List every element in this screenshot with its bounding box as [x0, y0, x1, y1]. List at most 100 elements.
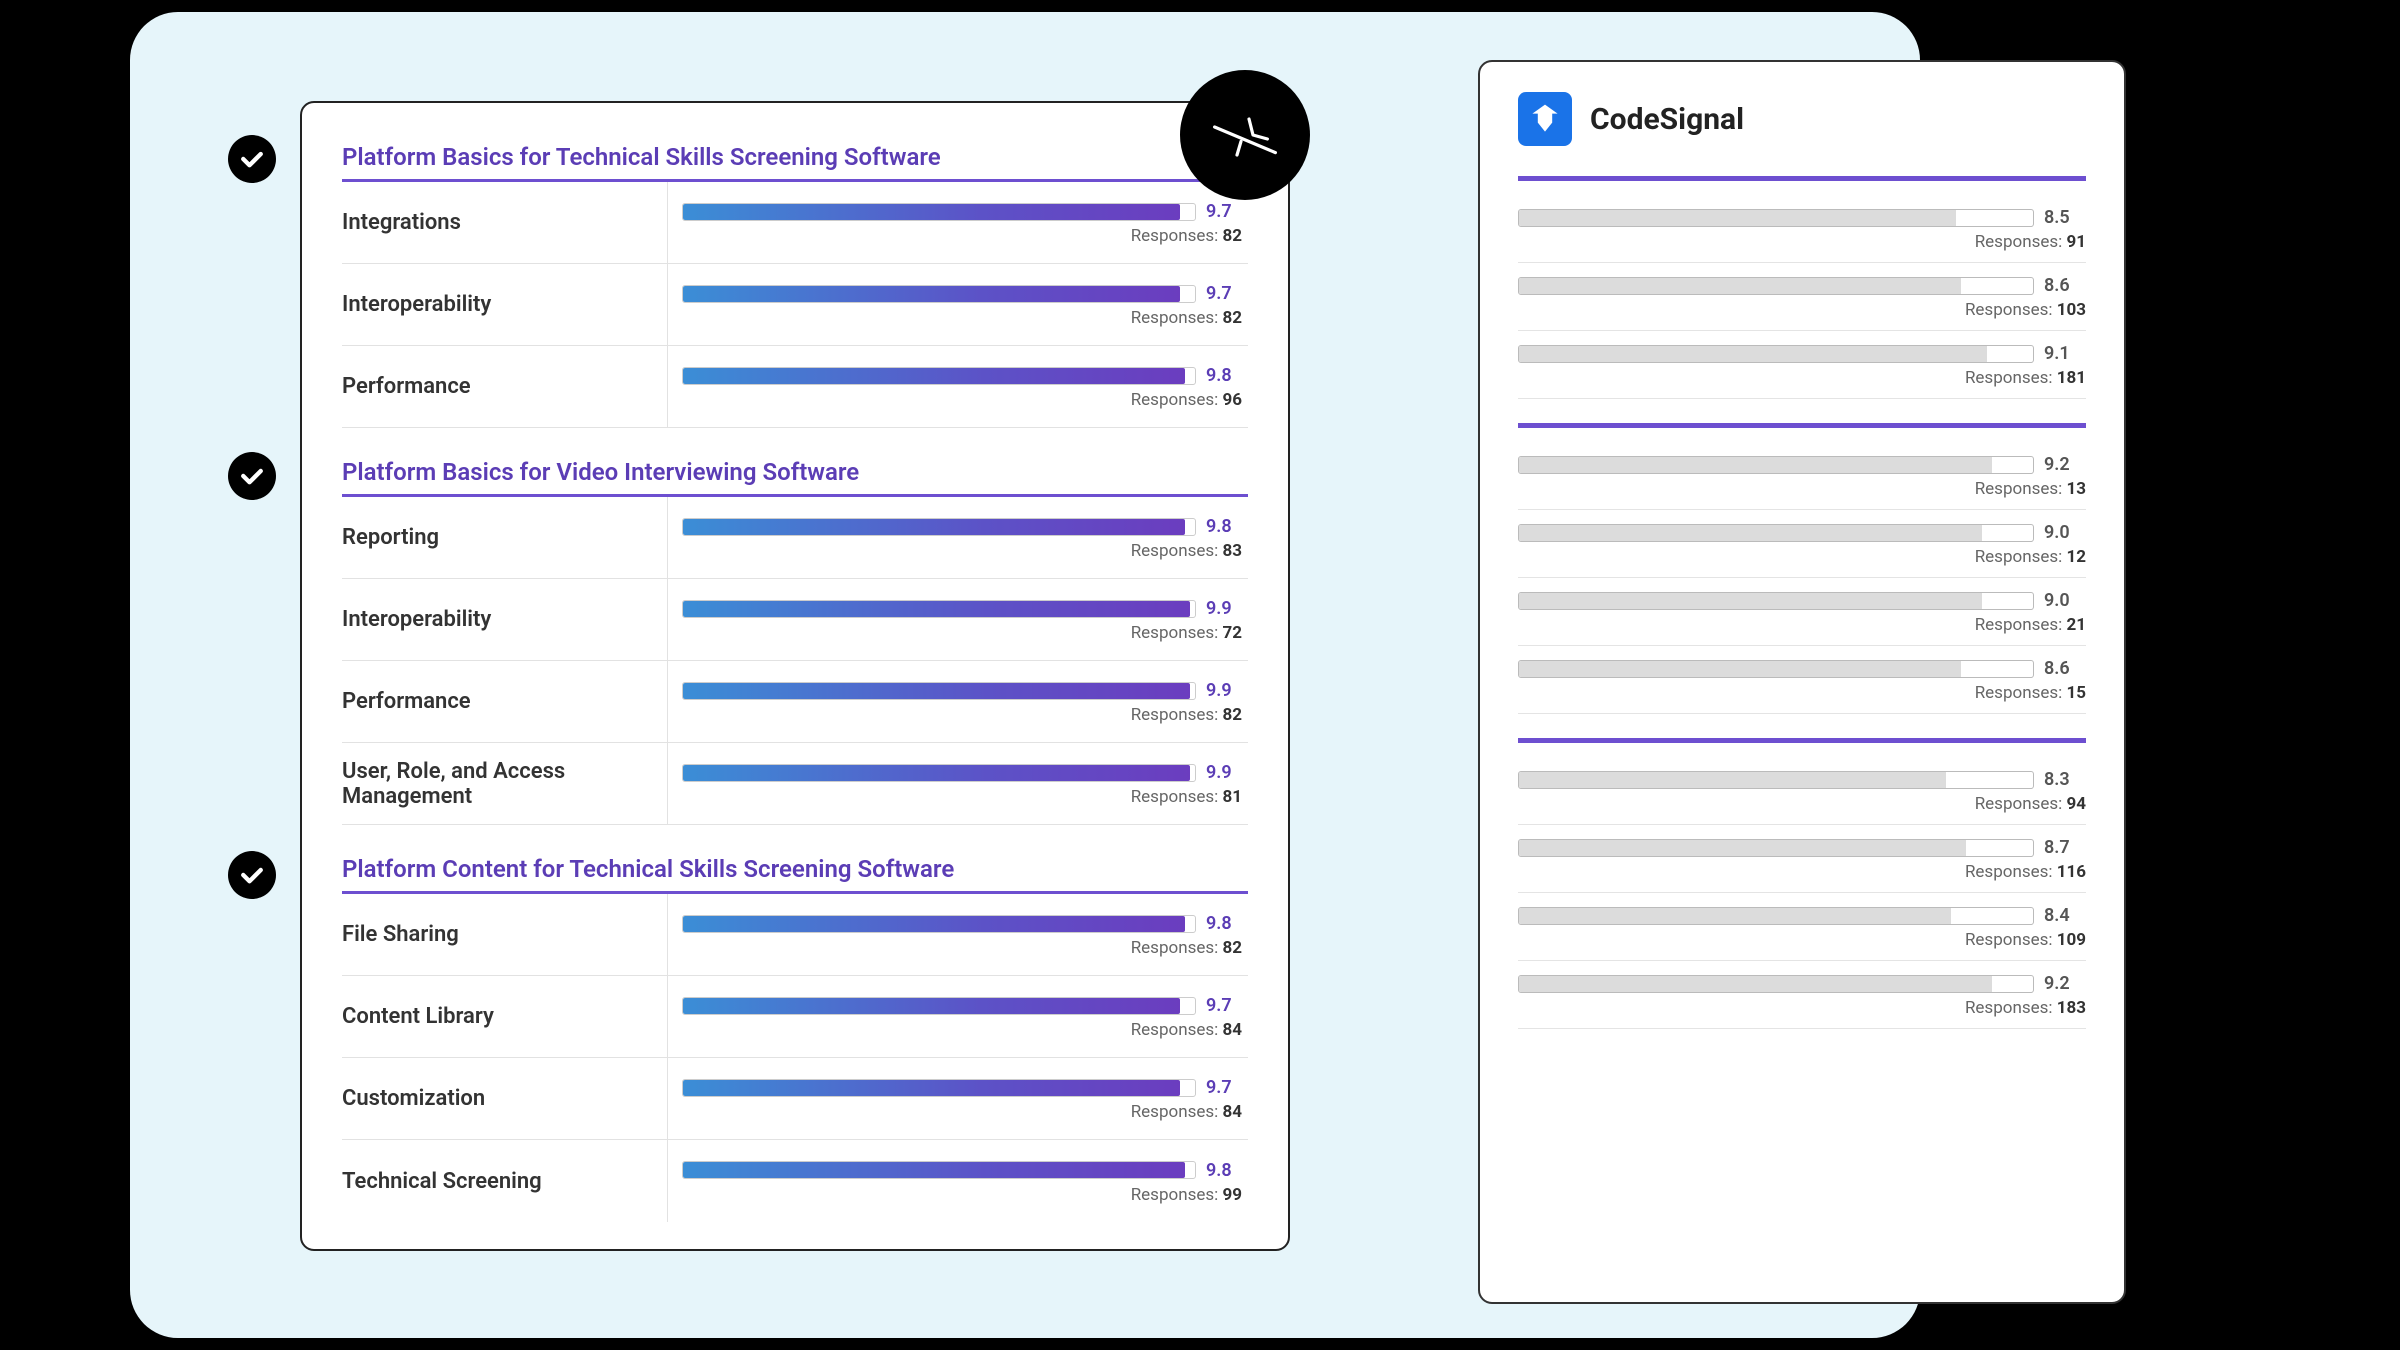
responses-count: Responses: 84 — [682, 1102, 1248, 1122]
metric-row: 9.2 Responses: 13 — [1518, 442, 2086, 510]
score-bar — [682, 997, 1196, 1015]
responses-count: Responses: 21 — [1518, 615, 2086, 635]
score-bar — [682, 600, 1196, 618]
metric-row: Interoperability 9.7 Responses: 82 — [342, 264, 1248, 346]
metric-row: 8.3 Responses: 94 — [1518, 757, 2086, 825]
responses-count: Responses: 82 — [682, 308, 1248, 328]
score-value: 9.9 — [1206, 762, 1248, 783]
score-bar — [682, 518, 1196, 536]
section-divider — [1518, 423, 2086, 428]
score-bar — [682, 203, 1196, 221]
metric-label: Reporting — [342, 497, 668, 578]
right-comparison-card: CodeSignal 8.5 Responses: 91 8.6Responses:… — [1478, 60, 2126, 1304]
responses-count: Responses: 181 — [1518, 368, 2086, 388]
metric-row: 9.0 Responses: 12 — [1518, 510, 2086, 578]
metric-row: Content Library9.7Responses: 84 — [342, 976, 1248, 1058]
score-value: 8.7 — [2044, 837, 2086, 858]
metric-label: Interoperability — [342, 579, 668, 660]
metric-row: User, Role, and Access Management 9.9 Resp… — [342, 743, 1248, 825]
score-bar — [682, 1161, 1196, 1179]
metric-row: Performance9.9Responses: 82 — [342, 661, 1248, 743]
score-value: 9.2 — [2044, 973, 2086, 994]
responses-count: Responses: 96 — [682, 390, 1248, 410]
score-value: 9.9 — [1206, 598, 1248, 619]
score-bar — [682, 764, 1196, 782]
score-bar — [682, 915, 1196, 933]
codesignal-logo-icon — [1518, 92, 1572, 146]
score-bar — [1518, 209, 2034, 227]
score-value: 9.7 — [1206, 995, 1248, 1016]
metric-row: Reporting9.8Responses: 83 — [342, 497, 1248, 579]
score-bar — [1518, 456, 2034, 474]
responses-count: Responses: 82 — [682, 938, 1248, 958]
metric-row: Interoperability 9.9 Responses: 72 — [342, 579, 1248, 661]
section-title: Platform Basics for Technical Skills Scr… — [342, 131, 1248, 182]
section-title: Platform Content for Technical Skills Sc… — [342, 843, 1248, 894]
responses-count: Responses: 81 — [682, 787, 1248, 807]
metric-row: Customization 9.7 Responses: 84 — [342, 1058, 1248, 1140]
score-bar — [682, 285, 1196, 303]
section-divider — [1518, 176, 2086, 181]
brand-header: CodeSignal — [1518, 92, 2086, 146]
metric-label: Content Library — [342, 976, 668, 1057]
section-title: Platform Basics for Video Interviewing S… — [342, 446, 1248, 497]
score-value: 8.5 — [2044, 207, 2086, 228]
score-bar — [1518, 975, 2034, 993]
responses-count: Responses: 15 — [1518, 683, 2086, 703]
responses-count: Responses: 91 — [1518, 232, 2086, 252]
score-value: 8.3 — [2044, 769, 2086, 790]
responses-count: Responses: 103 — [1518, 300, 2086, 320]
check-icon — [228, 851, 276, 899]
metric-label: Performance — [342, 661, 668, 742]
responses-count: Responses: 94 — [1518, 794, 2086, 814]
metric-row: 8.4 Responses: 109 — [1518, 893, 2086, 961]
score-bar — [682, 682, 1196, 700]
score-value: 9.7 — [1206, 283, 1248, 304]
metric-label: User, Role, and Access Management — [342, 743, 668, 824]
responses-count: Responses: 82 — [682, 705, 1248, 725]
score-bar — [1518, 345, 2034, 363]
metric-row: 9.1 Responses: 181 — [1518, 331, 2086, 399]
score-value: 9.8 — [1206, 516, 1248, 537]
metric-row: 8.5 Responses: 91 — [1518, 195, 2086, 263]
score-value: 9.7 — [1206, 201, 1248, 222]
metric-label: Integrations — [342, 182, 668, 263]
responses-count: Responses: 183 — [1518, 998, 2086, 1018]
responses-count: Responses: 116 — [1518, 862, 2086, 882]
score-bar — [1518, 771, 2034, 789]
metric-row: Performance 9.8 Responses: 96 — [342, 346, 1248, 428]
responses-count: Responses: 13 — [1518, 479, 2086, 499]
award-badge — [1180, 70, 1310, 200]
metric-row: 9.0Responses: 21 — [1518, 578, 2086, 646]
score-value: 9.8 — [1206, 365, 1248, 386]
score-value: 9.0 — [2044, 522, 2086, 543]
metric-row: Integrations 9.7 Responses: 82 — [342, 182, 1248, 264]
responses-count: Responses: 12 — [1518, 547, 2086, 567]
score-bar — [1518, 907, 2034, 925]
metric-row: 8.6Responses: 15 — [1518, 646, 2086, 714]
responses-count: Responses: 72 — [682, 623, 1248, 643]
score-bar — [1518, 524, 2034, 542]
score-bar — [1518, 592, 2034, 610]
score-bar — [1518, 660, 2034, 678]
check-icon — [228, 135, 276, 183]
metric-row: 9.2 Responses: 183 — [1518, 961, 2086, 1029]
score-value: 9.7 — [1206, 1077, 1248, 1098]
score-value: 9.8 — [1206, 1160, 1248, 1181]
score-value: 9.1 — [2044, 343, 2086, 364]
metric-label: Interoperability — [342, 264, 668, 345]
metric-row: 8.7 Responses: 116 — [1518, 825, 2086, 893]
score-bar — [1518, 839, 2034, 857]
score-bar — [1518, 277, 2034, 295]
metric-row: File Sharing9.8Responses: 82 — [342, 894, 1248, 976]
score-value: 9.2 — [2044, 454, 2086, 475]
section-divider — [1518, 738, 2086, 743]
metric-row: Technical Screening9.8Responses: 99 — [342, 1140, 1248, 1222]
brand-name: CodeSignal — [1590, 102, 1744, 137]
metric-label: Technical Screening — [342, 1140, 668, 1222]
metric-label: Performance — [342, 346, 668, 427]
responses-count: Responses: 82 — [682, 226, 1248, 246]
metric-label: Customization — [342, 1058, 668, 1139]
responses-count: Responses: 109 — [1518, 930, 2086, 950]
score-value: 8.4 — [2044, 905, 2086, 926]
